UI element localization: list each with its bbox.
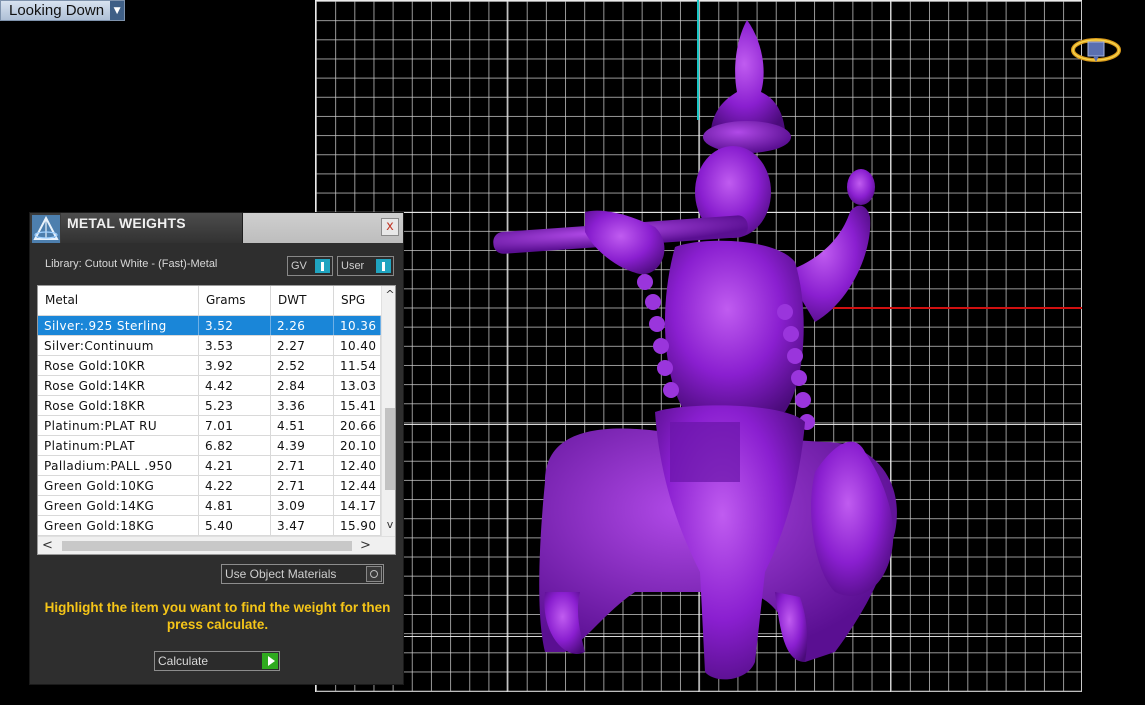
use-object-materials-toggle[interactable]: Use Object Materials [221, 564, 384, 584]
close-icon[interactable]: x [381, 218, 399, 236]
table-row[interactable]: Green Gold:14KG 4.81 3.09 14.17 [38, 496, 381, 516]
matrix-pyramid-icon [32, 215, 60, 243]
cell-spg: 20.10 [334, 436, 381, 455]
cell-dwt: 2.84 [271, 376, 334, 395]
panel-header[interactable]: METAL WEIGHTS x [30, 213, 403, 243]
cell-metal: Rose Gold:10KR [38, 356, 199, 375]
calculate-label: Calculate [158, 654, 209, 668]
radio-circle-icon[interactable] [366, 566, 382, 582]
table-row[interactable]: Palladium:PALL .950 4.21 2.71 12.40 [38, 456, 381, 476]
scrollbar-thumb[interactable] [62, 541, 352, 551]
cell-metal: Green Gold:18KG [38, 516, 199, 535]
table-row[interactable]: Silver:.925 Sterling 3.52 2.26 10.36 [38, 316, 381, 336]
cell-metal: Rose Gold:14KR [38, 376, 199, 395]
cell-spg: 12.40 [334, 456, 381, 475]
vertical-scrollbar[interactable]: ^ v [381, 286, 395, 536]
table-row[interactable]: Rose Gold:14KR 4.42 2.84 13.03 [38, 376, 381, 396]
cell-dwt: 3.36 [271, 396, 334, 415]
column-header-grams[interactable]: Grams [199, 286, 271, 316]
scroll-left-icon[interactable]: < [42, 538, 53, 553]
table-row[interactable]: Green Gold:10KG 4.22 2.71 12.44 [38, 476, 381, 496]
column-header-dwt[interactable]: DWT [271, 286, 334, 316]
jewelry-model-pendant[interactable] [485, 12, 915, 692]
play-arrow-icon[interactable] [262, 653, 278, 669]
cell-grams: 4.22 [199, 476, 271, 495]
cell-metal: Rose Gold:18KR [38, 396, 199, 415]
horizontal-scrollbar[interactable]: < > [38, 536, 395, 554]
cell-grams: 5.40 [199, 516, 271, 535]
cell-dwt: 3.09 [271, 496, 334, 515]
cell-dwt: 2.52 [271, 356, 334, 375]
toggle-knob-icon[interactable] [315, 259, 330, 273]
gv-label: GV [291, 260, 307, 272]
panel-title: METAL WEIGHTS [67, 215, 186, 231]
scrollbar-thumb[interactable] [385, 408, 395, 490]
cell-grams: 6.82 [199, 436, 271, 455]
calculate-button[interactable]: Calculate [154, 651, 280, 671]
chevron-down-icon[interactable]: ▼ [110, 1, 125, 20]
scroll-down-icon[interactable]: v [382, 518, 395, 534]
cell-spg: 10.40 [334, 336, 381, 355]
cell-grams: 4.81 [199, 496, 271, 515]
cell-dwt: 2.27 [271, 336, 334, 355]
view-label[interactable]: Looking Down ▼ [0, 0, 126, 21]
cell-metal: Platinum:PLAT [38, 436, 199, 455]
cell-spg: 11.54 [334, 356, 381, 375]
toggle-knob-icon[interactable] [376, 259, 391, 273]
table-row[interactable]: Rose Gold:10KR 3.92 2.52 11.54 [38, 356, 381, 376]
cell-spg: 20.66 [334, 416, 381, 435]
table-row[interactable]: Silver:Continuum 3.53 2.27 10.40 [38, 336, 381, 356]
scroll-right-icon[interactable]: > [360, 538, 371, 553]
cell-grams: 7.01 [199, 416, 271, 435]
cell-metal: Green Gold:10KG [38, 476, 199, 495]
library-label: Library: Cutout White - (Fast)-Metal [45, 258, 218, 270]
column-header-spg[interactable]: SPG [334, 286, 381, 316]
cell-dwt: 2.26 [271, 316, 334, 335]
table-row[interactable]: Platinum:PLAT 6.82 4.39 20.10 [38, 436, 381, 456]
view-cube-icon[interactable] [1071, 36, 1121, 64]
cell-grams: 3.92 [199, 356, 271, 375]
cell-metal: Palladium:PALL .950 [38, 456, 199, 475]
table-row[interactable]: Green Gold:18KG 5.40 3.47 15.90 [38, 516, 381, 536]
table-row[interactable]: Rose Gold:18KR 5.23 3.36 15.41 [38, 396, 381, 416]
cell-spg: 14.17 [334, 496, 381, 515]
instructions-text: Highlight the item you want to find the … [44, 600, 391, 632]
cell-dwt: 3.47 [271, 516, 334, 535]
cell-grams: 4.21 [199, 456, 271, 475]
cell-spg: 15.90 [334, 516, 381, 535]
use-object-materials-label: Use Object Materials [225, 567, 337, 581]
panel-title-bar[interactable] [243, 213, 403, 243]
cell-grams: 5.23 [199, 396, 271, 415]
cell-grams: 4.42 [199, 376, 271, 395]
cell-metal: Silver:Continuum [38, 336, 199, 355]
cell-spg: 12.44 [334, 476, 381, 495]
user-label: User [341, 260, 365, 272]
column-header-metal[interactable]: Metal [38, 286, 199, 316]
table-header: Metal Grams DWT SPG [38, 286, 381, 316]
cell-spg: 10.36 [334, 316, 381, 335]
cell-dwt: 2.71 [271, 456, 334, 475]
cell-spg: 13.03 [334, 376, 381, 395]
metal-weights-panel[interactable]: METAL WEIGHTS x Library: Cutout White - … [29, 212, 404, 685]
cell-dwt: 2.71 [271, 476, 334, 495]
cell-metal: Green Gold:14KG [38, 496, 199, 515]
scroll-up-icon[interactable]: ^ [382, 288, 395, 304]
view-name[interactable]: Looking Down [1, 1, 111, 20]
cell-metal: Silver:.925 Sterling [38, 316, 199, 335]
panel-title-tab: METAL WEIGHTS [61, 213, 243, 243]
cell-dwt: 4.39 [271, 436, 334, 455]
user-toggle[interactable]: User [337, 256, 394, 276]
table-body: Silver:.925 Sterling 3.52 2.26 10.36 Silver:… [38, 316, 381, 536]
metal-weights-table[interactable]: Metal Grams DWT SPG Silver:.925 Sterling… [37, 285, 396, 555]
gv-toggle[interactable]: GV [287, 256, 333, 276]
cell-grams: 3.53 [199, 336, 271, 355]
cell-spg: 15.41 [334, 396, 381, 415]
cell-metal: Platinum:PLAT RU [38, 416, 199, 435]
table-row[interactable]: Platinum:PLAT RU 7.01 4.51 20.66 [38, 416, 381, 436]
cell-dwt: 4.51 [271, 416, 334, 435]
cell-grams: 3.52 [199, 316, 271, 335]
